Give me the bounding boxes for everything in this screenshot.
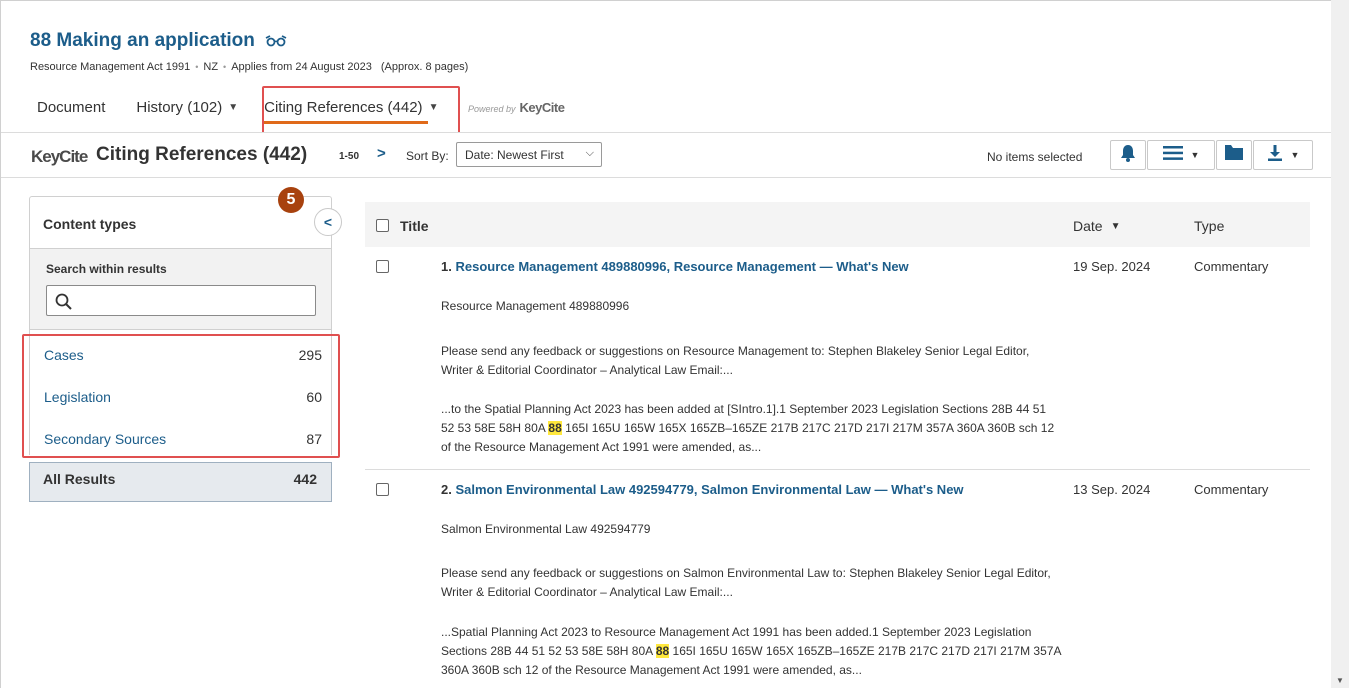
- result-title-link[interactable]: 2. Salmon Environmental Law 492594779, S…: [441, 482, 964, 497]
- results-title: Citing References (442): [96, 144, 308, 165]
- result-number: 2.: [441, 482, 452, 497]
- alert-button[interactable]: [1110, 140, 1146, 170]
- result-date: 13 Sep. 2024: [1073, 482, 1151, 497]
- download-button[interactable]: ▼: [1253, 140, 1313, 170]
- result-title: Salmon Environmental Law 492594779, Salm…: [455, 482, 964, 497]
- result-type: Commentary: [1194, 259, 1269, 274]
- select-all-checkbox[interactable]: [376, 219, 389, 232]
- column-type: Type: [1194, 218, 1225, 234]
- meta-pages: (Approx. 8 pages): [380, 61, 469, 73]
- result-snippet: ...Spatial Planning Act 2023 to Resource…: [441, 623, 1061, 680]
- column-date[interactable]: Date ▼: [1073, 218, 1120, 234]
- separator-dot: •: [223, 62, 227, 72]
- result-title: Resource Management 489880996, Resource …: [455, 259, 909, 274]
- collapse-sidebar-button[interactable]: <: [314, 208, 342, 236]
- meta-act: Resource Management Act 1991: [30, 61, 191, 73]
- chevron-down-icon: ⌵: [585, 147, 594, 159]
- next-page-icon[interactable]: >: [377, 145, 386, 162]
- result-type: Commentary: [1194, 482, 1269, 497]
- document-title: 88 Making an application: [30, 30, 255, 51]
- row-checkbox[interactable]: [376, 483, 389, 496]
- column-date-label: Date: [1073, 218, 1103, 234]
- caret-down-icon: ▼: [1190, 150, 1200, 160]
- column-title: Title: [400, 218, 429, 234]
- meta-applies: Applies from 24 August 2023: [231, 61, 372, 73]
- bell-icon: [1120, 144, 1136, 167]
- result-number: 1.: [441, 259, 452, 274]
- list-menu-icon: [1162, 145, 1183, 165]
- caret-down-icon: ▼: [228, 101, 239, 113]
- callout-box-facets: [22, 334, 340, 458]
- powered-by-keycite: Powered by KeyCite: [468, 100, 565, 115]
- tab-label: History (102): [136, 98, 223, 116]
- folder-icon: [1225, 145, 1243, 165]
- search-within-input[interactable]: [46, 285, 316, 316]
- scroll-down-arrow-icon[interactable]: ▼: [1336, 676, 1344, 685]
- sort-select[interactable]: Date: Newest First ⌵: [456, 142, 602, 167]
- tab-document[interactable]: Document: [37, 99, 105, 116]
- sort-caret-down-icon: ▼: [1110, 221, 1121, 232]
- row-checkbox[interactable]: [376, 260, 389, 273]
- facet-count: 442: [293, 471, 317, 487]
- view-options-button[interactable]: ▼: [1147, 140, 1215, 170]
- facet-all-results[interactable]: All Results 442: [29, 462, 332, 502]
- sort-value: Date: Newest First: [465, 148, 564, 162]
- results-range: 1-50: [339, 151, 360, 162]
- keycite-brand: KeyCite: [519, 100, 565, 115]
- selection-status: No items selected: [987, 150, 1083, 164]
- result-snippet: ...to the Spatial Planning Act 2023 has …: [441, 400, 1061, 457]
- powered-by-text: Powered by: [468, 104, 516, 114]
- results-table-header: Title Date ▼ Type: [365, 202, 1310, 247]
- meta-jurisdiction: NZ: [203, 61, 219, 73]
- result-date: 19 Sep. 2024: [1073, 259, 1151, 274]
- step-badge: 5: [278, 187, 304, 213]
- sort-label: Sort By:: [406, 149, 449, 163]
- tab-history[interactable]: History (102) ▼: [136, 99, 238, 116]
- result-summary: Please send any feedback or suggestions …: [441, 344, 1030, 377]
- result-source: Resource Management 489880996: [441, 299, 630, 313]
- save-to-folder-button[interactable]: [1216, 140, 1252, 170]
- callout-box-tab: [262, 86, 460, 137]
- result-title-link[interactable]: 1. Resource Management 489880996, Resour…: [441, 259, 909, 274]
- result-row: 2. Salmon Environmental Law 492594779, S…: [365, 471, 1310, 688]
- caret-down-icon: ▼: [1290, 150, 1300, 160]
- page-scrollbar[interactable]: [1331, 0, 1349, 688]
- keycite-logo-text: KeyCite: [31, 147, 88, 166]
- glasses-icon[interactable]: [265, 35, 287, 47]
- tab-label: Document: [37, 98, 106, 116]
- result-summary: Please send any feedback or suggestions …: [441, 566, 1051, 599]
- search-within-section: Search within results: [29, 248, 332, 330]
- facet-name: All Results: [43, 471, 116, 487]
- result-row: 1. Resource Management 489880996, Resour…: [365, 248, 1310, 470]
- search-hit: 88: [548, 421, 562, 435]
- results-toolbar: KeyCite Citing References (442) 1-50 > S…: [1, 132, 1331, 178]
- document-meta: Resource Management Act 1991 • NZ • Appl…: [30, 61, 468, 73]
- document-title-row: 88 Making an application: [30, 30, 287, 52]
- download-icon: [1267, 144, 1283, 166]
- result-source: Salmon Environmental Law 492594779: [441, 522, 651, 536]
- search-icon: [55, 293, 72, 310]
- chevron-left-icon: <: [323, 214, 333, 230]
- keycite-logo: KeyCite: [31, 147, 88, 167]
- separator-dot: •: [195, 62, 199, 72]
- search-hit: 88: [655, 644, 670, 658]
- search-within-label: Search within results: [46, 262, 167, 276]
